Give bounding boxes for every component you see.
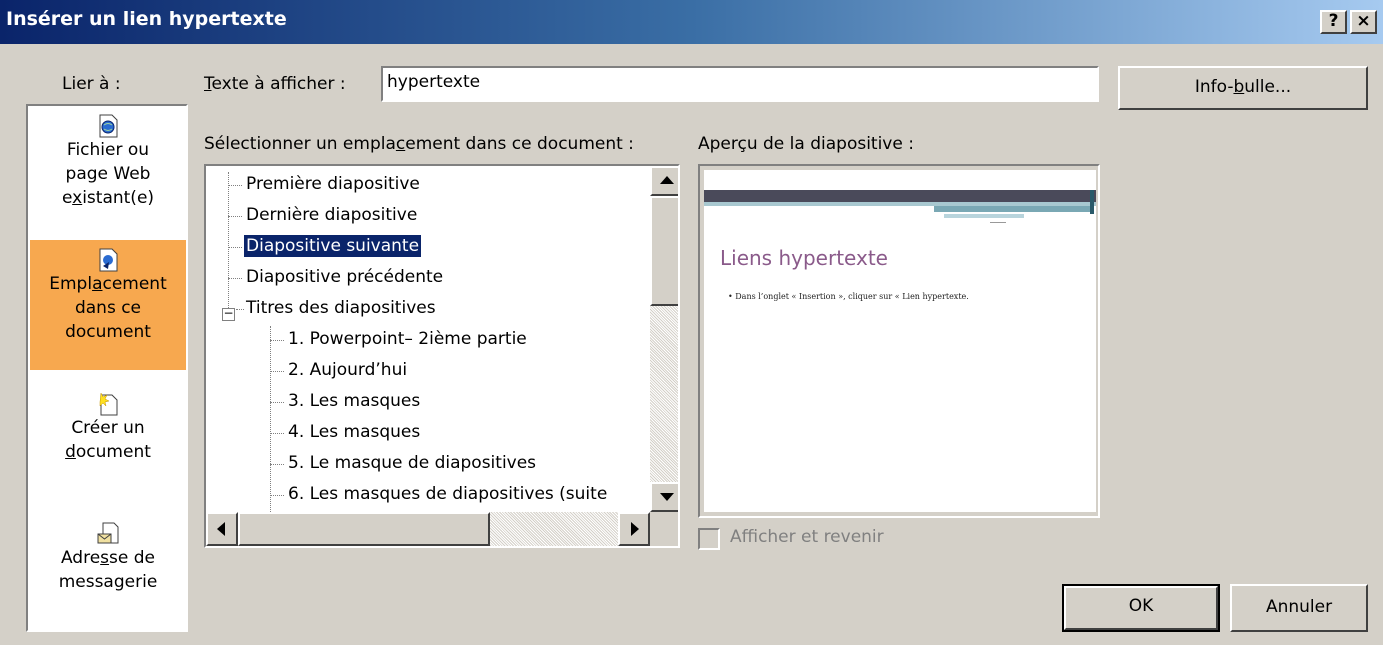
- show-and-return-checkbox[interactable]: [698, 528, 720, 550]
- scroll-down-button[interactable]: [650, 482, 678, 512]
- scroll-left-button[interactable]: [206, 512, 238, 546]
- tree-item-slide-3[interactable]: 3. Les masques: [270, 386, 422, 417]
- document-places-tree[interactable]: Première diapositive Dernière diapositiv…: [204, 164, 680, 548]
- link-to-existing-file[interactable]: Fichier ou page Web existant(e): [30, 114, 186, 232]
- scroll-up-button[interactable]: [650, 166, 678, 196]
- horizontal-scrollbar-thumb[interactable]: [238, 512, 490, 546]
- slide-thumbnail: Liens hypertexte • Dans l’onglet « Inser…: [704, 170, 1096, 512]
- show-and-return-label: Afficher et revenir: [730, 527, 884, 547]
- tree-item-slide-5[interactable]: 5. Le masque de diapositives: [270, 448, 538, 479]
- scroll-right-button[interactable]: [618, 512, 650, 546]
- close-button[interactable]: ×: [1350, 10, 1377, 34]
- link-to-email-address[interactable]: Adresse de messagerie: [30, 522, 186, 622]
- text-to-display-input[interactable]: hypertexte: [381, 66, 1099, 102]
- link-to-label: Lier à :: [62, 74, 121, 94]
- email-address-icon: [97, 522, 119, 546]
- link-item-label-line2: messagerie: [58, 572, 158, 592]
- tree-item-slide-2[interactable]: 2. Aujourd’hui: [270, 355, 409, 386]
- tree-item-first-slide[interactable]: Première diapositive: [228, 169, 422, 200]
- link-to-new-document[interactable]: Créer un document: [30, 392, 186, 492]
- link-to-bar: Fichier ou page Web existant(e) Emplacem…: [26, 104, 188, 632]
- arrow-up-icon: [660, 176, 674, 184]
- link-item-label-line3: existant(e): [61, 188, 155, 208]
- ok-button[interactable]: OK: [1062, 584, 1220, 632]
- link-item-label-line3: document: [65, 322, 151, 342]
- slide-preview: Liens hypertexte • Dans l’onglet « Inser…: [698, 164, 1100, 518]
- link-item-label-line1: Créer un: [71, 418, 145, 438]
- text-to-display-label: Texte à afficher :: [204, 74, 346, 94]
- dialog-title: Insérer un lien hypertexte: [6, 8, 287, 30]
- tree-item-next-slide[interactable]: Diapositive suivante: [228, 231, 423, 262]
- slide-title: Liens hypertexte: [720, 246, 888, 270]
- link-item-label-line2: dans ce: [74, 298, 142, 318]
- slide-header-decoration: [704, 190, 1096, 223]
- tree-item-previous-slide[interactable]: Diapositive précédente: [228, 262, 445, 293]
- scrollbar-corner: [650, 512, 678, 546]
- tree-item-slide-4[interactable]: 4. Les masques: [270, 417, 422, 448]
- arrow-down-icon: [660, 493, 674, 501]
- slide-body-text: • Dans l’onglet « Insertion », cliquer s…: [728, 292, 969, 301]
- tree-item-slide-6[interactable]: 6. Les masques de diapositives (suite: [270, 479, 609, 510]
- slide-preview-label: Aperçu de la diapositive :: [698, 134, 914, 154]
- link-item-label-line1: Fichier ou: [66, 140, 150, 160]
- link-item-label-line2: document: [65, 442, 151, 462]
- tree-item-slide-titles[interactable]: Titres des diapositives: [228, 293, 438, 324]
- vertical-scrollbar-thumb[interactable]: [650, 196, 678, 306]
- link-to-place-in-document[interactable]: Emplacement dans ce document: [30, 240, 186, 370]
- new-document-icon: [97, 392, 119, 416]
- select-place-label: Sélectionner un emplacement dans ce docu…: [204, 134, 634, 154]
- screentip-button[interactable]: Info-bulle...: [1118, 66, 1368, 110]
- place-in-document-icon: [97, 248, 119, 272]
- arrow-left-icon: [217, 522, 225, 536]
- help-button[interactable]: ?: [1320, 10, 1347, 34]
- web-file-icon: [97, 114, 119, 138]
- link-item-label-line1: Adresse de: [60, 548, 156, 568]
- link-item-label-line2: page Web: [65, 164, 151, 184]
- cancel-button[interactable]: Annuler: [1230, 584, 1368, 632]
- arrow-right-icon: [631, 522, 639, 536]
- link-item-label-line1: Emplacement: [49, 274, 167, 294]
- tree-item-last-slide[interactable]: Dernière diapositive: [228, 200, 419, 231]
- tree-item-slide-1[interactable]: 1. Powerpoint– 2ième partie: [270, 324, 529, 355]
